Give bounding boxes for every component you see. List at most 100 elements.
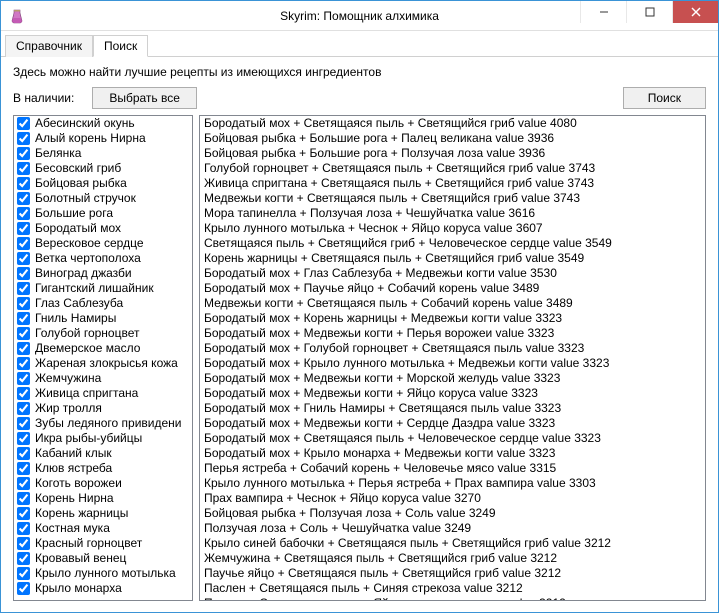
ingredient-checkbox[interactable] bbox=[17, 342, 30, 355]
ingredient-item[interactable]: Клюв ястреба bbox=[14, 461, 192, 476]
ingredient-checkbox[interactable] bbox=[17, 357, 30, 370]
ingredient-checkbox[interactable] bbox=[17, 567, 30, 580]
ingredient-item[interactable]: Корень Нирна bbox=[14, 491, 192, 506]
recipe-item[interactable]: Ползучая лоза + Соль + Чешуйчатка value … bbox=[200, 521, 705, 536]
ingredient-item[interactable]: Двемерское масло bbox=[14, 341, 192, 356]
ingredient-checkbox[interactable] bbox=[17, 207, 30, 220]
select-all-button[interactable]: Выбрать все bbox=[92, 87, 197, 109]
ingredient-checkbox[interactable] bbox=[17, 582, 30, 595]
ingredient-checkbox[interactable] bbox=[17, 267, 30, 280]
recipe-item[interactable]: Медвежьи когти + Светящаяся пыль + Светя… bbox=[200, 191, 705, 206]
ingredient-item[interactable]: Глаз Саблезуба bbox=[14, 296, 192, 311]
ingredient-item[interactable]: Красный горноцвет bbox=[14, 536, 192, 551]
minimize-button[interactable] bbox=[580, 1, 626, 23]
ingredient-item[interactable]: Гниль Намиры bbox=[14, 311, 192, 326]
recipe-item[interactable]: Паслен + Светящаяся пыль + Синяя стрекоз… bbox=[200, 581, 705, 596]
ingredient-checkbox[interactable] bbox=[17, 387, 30, 400]
recipe-item[interactable]: Паслен + Светящаяся пыль + Яйцо сосновог… bbox=[200, 596, 705, 601]
ingredient-item[interactable]: Гигантский лишайник bbox=[14, 281, 192, 296]
ingredient-checkbox[interactable] bbox=[17, 552, 30, 565]
recipe-item[interactable]: Бородатый мох + Крыло монарха + Медвежьи… bbox=[200, 446, 705, 461]
recipe-item[interactable]: Бородатый мох + Медвежьи когти + Сердце … bbox=[200, 416, 705, 431]
ingredient-item[interactable]: Крыло монарха bbox=[14, 581, 192, 596]
recipe-item[interactable]: Крыло лунного мотылька + Чеснок + Яйцо к… bbox=[200, 221, 705, 236]
ingredient-checkbox[interactable] bbox=[17, 477, 30, 490]
maximize-button[interactable] bbox=[626, 1, 672, 23]
ingredient-checkbox[interactable] bbox=[17, 177, 30, 190]
ingredient-item[interactable]: Зубы ледяного привидени bbox=[14, 416, 192, 431]
recipe-item[interactable]: Бородатый мох + Медвежьи когти + Яйцо ко… bbox=[200, 386, 705, 401]
ingredient-checkbox[interactable] bbox=[17, 417, 30, 430]
recipe-item[interactable]: Светящаяся пыль + Светящийся гриб + Чело… bbox=[200, 236, 705, 251]
ingredient-checkbox[interactable] bbox=[17, 192, 30, 205]
recipe-item[interactable]: Бойцовая рыбка + Большие рога + Ползучая… bbox=[200, 146, 705, 161]
recipe-item[interactable]: Медвежьи когти + Светящаяся пыль + Собач… bbox=[200, 296, 705, 311]
recipe-item[interactable]: Бойцовая рыбка + Большие рога + Палец ве… bbox=[200, 131, 705, 146]
ingredient-item[interactable]: Бойцовая рыбка bbox=[14, 176, 192, 191]
recipe-item[interactable]: Бородатый мох + Медвежьи когти + Перья в… bbox=[200, 326, 705, 341]
ingredient-checkbox[interactable] bbox=[17, 237, 30, 250]
recipe-item[interactable]: Перья ястреба + Собачий корень + Человеч… bbox=[200, 461, 705, 476]
ingredient-item[interactable]: Белянка bbox=[14, 146, 192, 161]
ingredient-checkbox[interactable] bbox=[17, 432, 30, 445]
ingredient-checkbox[interactable] bbox=[17, 447, 30, 460]
ingredient-item[interactable]: Большие рога bbox=[14, 206, 192, 221]
ingredient-checkbox[interactable] bbox=[17, 252, 30, 265]
recipes-list[interactable]: Бородатый мох + Светящаяся пыль + Светящ… bbox=[199, 115, 706, 601]
close-button[interactable] bbox=[672, 1, 718, 23]
ingredient-item[interactable]: Корень жарницы bbox=[14, 506, 192, 521]
ingredient-item[interactable]: Кабаний клык bbox=[14, 446, 192, 461]
ingredient-checkbox[interactable] bbox=[17, 297, 30, 310]
recipe-item[interactable]: Бородатый мох + Светящаяся пыль + Светящ… bbox=[200, 116, 705, 131]
ingredient-item[interactable]: Голубой горноцвет bbox=[14, 326, 192, 341]
ingredient-checkbox[interactable] bbox=[17, 117, 30, 130]
ingredient-checkbox[interactable] bbox=[17, 537, 30, 550]
ingredient-item[interactable]: Коготь ворожеи bbox=[14, 476, 192, 491]
ingredient-item[interactable]: Жир тролля bbox=[14, 401, 192, 416]
search-button[interactable]: Поиск bbox=[623, 87, 706, 109]
ingredient-checkbox[interactable] bbox=[17, 222, 30, 235]
ingredient-checkbox[interactable] bbox=[17, 492, 30, 505]
recipe-item[interactable]: Бородатый мох + Медвежьи когти + Морской… bbox=[200, 371, 705, 386]
ingredient-item[interactable]: Живица спригтана bbox=[14, 386, 192, 401]
ingredient-checkbox[interactable] bbox=[17, 132, 30, 145]
ingredients-list[interactable]: Абесинский окуньАлый корень НирнаБелянка… bbox=[13, 115, 193, 601]
ingredient-checkbox[interactable] bbox=[17, 162, 30, 175]
recipe-item[interactable]: Бородатый мох + Крыло лунного мотылька +… bbox=[200, 356, 705, 371]
ingredient-item[interactable]: Икра рыбы-убийцы bbox=[14, 431, 192, 446]
recipe-item[interactable]: Голубой горноцвет + Светящаяся пыль + Св… bbox=[200, 161, 705, 176]
tab-reference[interactable]: Справочник bbox=[5, 35, 93, 57]
recipe-item[interactable]: Корень жарницы + Светящаяся пыль + Светя… bbox=[200, 251, 705, 266]
ingredient-checkbox[interactable] bbox=[17, 372, 30, 385]
ingredient-item[interactable]: Бесовский гриб bbox=[14, 161, 192, 176]
recipe-item[interactable]: Бородатый мох + Светящаяся пыль + Челове… bbox=[200, 431, 705, 446]
ingredient-item[interactable]: Виноград джазби bbox=[14, 266, 192, 281]
ingredient-item[interactable]: Кровавый венец bbox=[14, 551, 192, 566]
recipe-item[interactable]: Бородатый мох + Корень жарницы + Медвежь… bbox=[200, 311, 705, 326]
recipe-item[interactable]: Бородатый мох + Глаз Саблезуба + Медвежь… bbox=[200, 266, 705, 281]
ingredient-item[interactable]: Костная мука bbox=[14, 521, 192, 536]
ingredient-item[interactable]: Алый корень Нирна bbox=[14, 131, 192, 146]
ingredient-item[interactable]: Жареная злокрысья кожа bbox=[14, 356, 192, 371]
recipe-item[interactable]: Бородатый мох + Гниль Намиры + Светящаяс… bbox=[200, 401, 705, 416]
recipe-item[interactable]: Бородатый мох + Голубой горноцвет + Свет… bbox=[200, 341, 705, 356]
ingredient-item[interactable]: Болотный стручок bbox=[14, 191, 192, 206]
ingredient-item[interactable]: Бородатый мох bbox=[14, 221, 192, 236]
ingredient-item[interactable]: Вересковое сердце bbox=[14, 236, 192, 251]
recipe-item[interactable]: Живица спригтана + Светящаяся пыль + Све… bbox=[200, 176, 705, 191]
ingredient-item[interactable]: Жемчужина bbox=[14, 371, 192, 386]
ingredient-checkbox[interactable] bbox=[17, 327, 30, 340]
ingredient-checkbox[interactable] bbox=[17, 507, 30, 520]
recipe-item[interactable]: Прах вампира + Чеснок + Яйцо коруса valu… bbox=[200, 491, 705, 506]
recipe-item[interactable]: Жемчужина + Светящаяся пыль + Светящийся… bbox=[200, 551, 705, 566]
recipe-item[interactable]: Бородатый мох + Паучье яйцо + Собачий ко… bbox=[200, 281, 705, 296]
recipe-item[interactable]: Бойцовая рыбка + Ползучая лоза + Соль va… bbox=[200, 506, 705, 521]
ingredient-checkbox[interactable] bbox=[17, 522, 30, 535]
ingredient-item[interactable]: Крыло лунного мотылька bbox=[14, 566, 192, 581]
recipe-item[interactable]: Крыло лунного мотылька + Перья ястреба +… bbox=[200, 476, 705, 491]
ingredient-item[interactable]: Абесинский окунь bbox=[14, 116, 192, 131]
ingredient-checkbox[interactable] bbox=[17, 147, 30, 160]
tab-search[interactable]: Поиск bbox=[93, 35, 148, 57]
ingredient-checkbox[interactable] bbox=[17, 462, 30, 475]
ingredient-checkbox[interactable] bbox=[17, 282, 30, 295]
